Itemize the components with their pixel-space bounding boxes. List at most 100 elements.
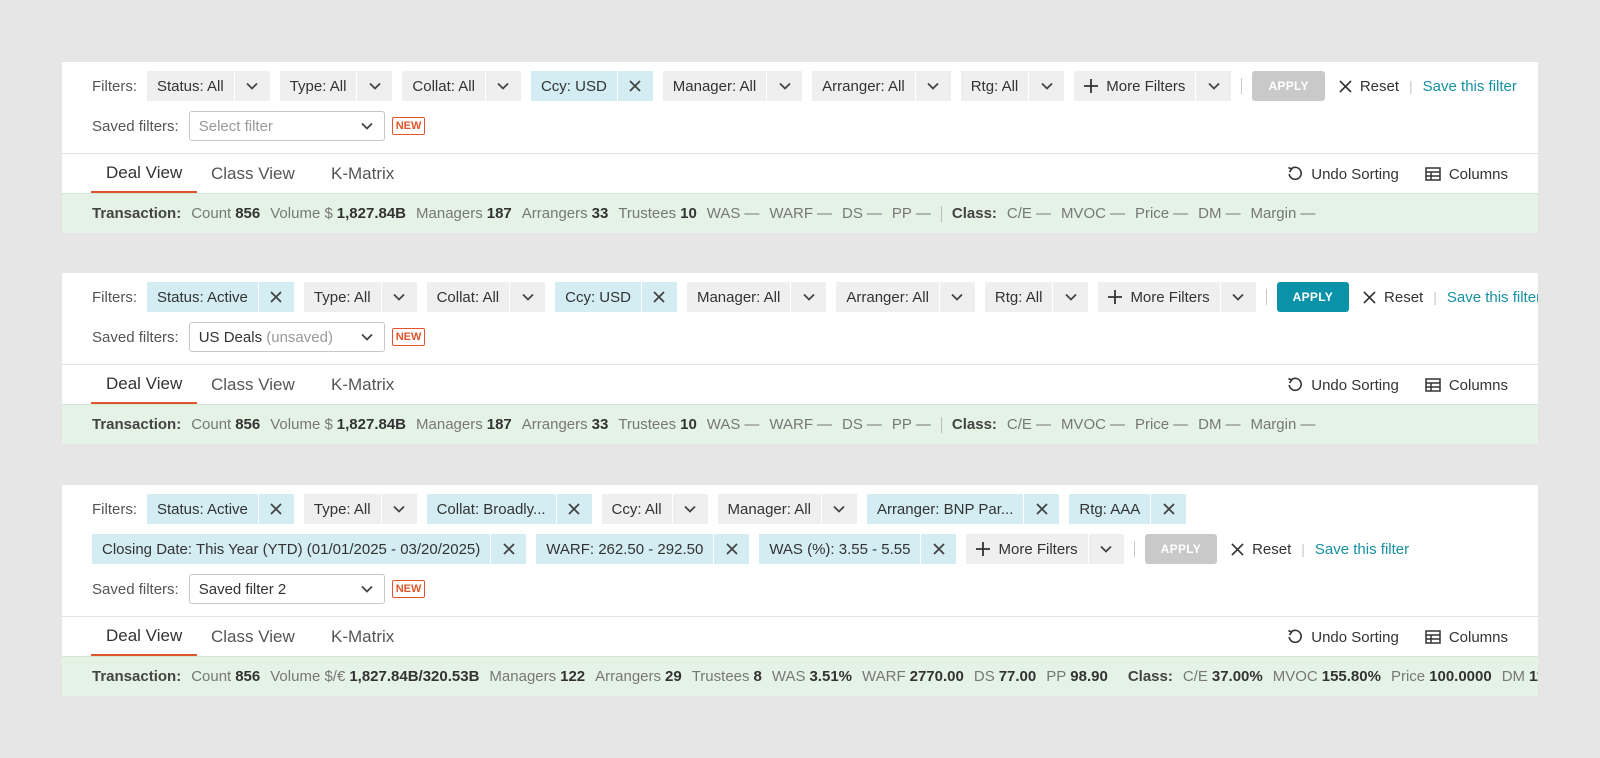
reset-button[interactable]: Reset	[1231, 541, 1291, 558]
close-icon[interactable]	[1023, 494, 1059, 524]
saved-filter-select[interactable]: Saved filter 2	[188, 574, 385, 604]
type-filter-chip[interactable]: Type: All	[279, 71, 393, 101]
saved-filter-select[interactable]: US Deals (unsaved)	[188, 322, 385, 352]
manager-filter-chip[interactable]: Manager: All	[686, 282, 827, 312]
chevron-down-icon[interactable]	[820, 494, 857, 524]
undo-sorting-button[interactable]: Undo Sorting	[1287, 166, 1399, 183]
manager-filter-chip[interactable]: Manager: All	[662, 71, 803, 101]
arranger-filter-chip[interactable]: Arranger: All	[836, 282, 975, 312]
rtg-filter-chip[interactable]: Rtg: All	[960, 71, 1065, 101]
reset-button[interactable]: Reset	[1339, 78, 1399, 95]
rtg-filter-chip[interactable]: Rtg: AAA	[1069, 494, 1187, 524]
columns-button[interactable]: Columns	[1425, 377, 1508, 394]
type-filter-chip[interactable]: Type: All	[303, 494, 417, 524]
status-filter-label[interactable]: Status: Active	[147, 282, 258, 312]
rtg-filter-label[interactable]: Rtg: All	[961, 71, 1029, 101]
chevron-down-icon[interactable]	[233, 71, 270, 101]
rtg-filter-chip[interactable]: Rtg: All	[984, 282, 1089, 312]
chevron-down-icon[interactable]	[671, 494, 708, 524]
collat-filter-label[interactable]: Collat: All	[402, 71, 485, 101]
ccy-filter-label[interactable]: Ccy: All	[602, 494, 672, 524]
collat-filter-label[interactable]: Collat: Broadly...	[427, 494, 556, 524]
reset-button[interactable]: Reset	[1363, 289, 1423, 306]
apply-button[interactable]: APPLY	[1276, 282, 1350, 312]
chevron-down-icon[interactable]	[509, 282, 545, 312]
rtg-filter-label[interactable]: Rtg: AAA	[1069, 494, 1150, 524]
tab-deal-view[interactable]: Deal View	[91, 617, 198, 657]
chevron-down-icon[interactable]	[356, 71, 392, 101]
close-icon[interactable]	[616, 71, 653, 101]
tab-class-view[interactable]: Class View	[211, 365, 295, 405]
undo-sorting-button[interactable]: Undo Sorting	[1287, 377, 1399, 394]
closing-date-filter-label[interactable]: Closing Date: This Year (YTD) (01/01/202…	[92, 534, 490, 564]
save-filter-link[interactable]: Save this filter	[1423, 78, 1517, 95]
columns-button[interactable]: Columns	[1425, 629, 1508, 646]
close-icon[interactable]	[490, 534, 526, 564]
manager-filter-label[interactable]: Manager: All	[663, 71, 766, 101]
arranger-filter-chip[interactable]: Arranger: All	[812, 71, 951, 101]
close-icon[interactable]	[713, 534, 749, 564]
manager-filter-label[interactable]: Manager: All	[718, 494, 821, 524]
tab-class-view[interactable]: Class View	[211, 154, 295, 194]
more-filters-chip[interactable]: More Filters	[1098, 282, 1256, 312]
undo-sorting-button[interactable]: Undo Sorting	[1287, 629, 1399, 646]
tab-k-matrix[interactable]: K-Matrix	[331, 154, 394, 194]
type-filter-label[interactable]: Type: All	[304, 282, 381, 312]
status-filter-chip[interactable]: Status: All	[147, 71, 270, 101]
chevron-down-icon[interactable]	[938, 282, 975, 312]
type-filter-label[interactable]: Type: All	[304, 494, 381, 524]
tab-deal-view[interactable]: Deal View	[91, 154, 198, 194]
warf-filter-label[interactable]: WARF: 262.50 - 292.50	[536, 534, 713, 564]
collat-filter-chip[interactable]: Collat: Broadly...	[426, 494, 592, 524]
close-icon[interactable]	[1150, 494, 1186, 524]
tab-deal-view[interactable]: Deal View	[91, 365, 198, 405]
chevron-down-icon[interactable]	[380, 494, 417, 524]
arranger-filter-label[interactable]: Arranger: All	[812, 71, 915, 101]
status-filter-label[interactable]: Status: All	[147, 71, 234, 101]
close-icon[interactable]	[640, 282, 677, 312]
save-filter-link[interactable]: Save this filter	[1315, 541, 1409, 558]
chevron-down-icon[interactable]	[1028, 71, 1064, 101]
rtg-filter-label[interactable]: Rtg: All	[985, 282, 1053, 312]
closing-date-filter-chip[interactable]: Closing Date: This Year (YTD) (01/01/202…	[92, 534, 527, 564]
was-filter-label[interactable]: WAS (%): 3.55 - 5.55	[759, 534, 920, 564]
more-filters-chip[interactable]: More Filters	[966, 534, 1124, 564]
chevron-down-icon[interactable]	[766, 71, 802, 101]
collat-filter-label[interactable]: Collat: All	[427, 282, 510, 312]
chevron-down-icon[interactable]	[1052, 282, 1088, 312]
ccy-filter-chip[interactable]: Ccy: All	[601, 494, 708, 524]
status-filter-chip[interactable]: Status: Active	[147, 282, 294, 312]
chevron-down-icon[interactable]	[484, 71, 521, 101]
was-filter-chip[interactable]: WAS (%): 3.55 - 5.55	[759, 534, 957, 564]
save-filter-link[interactable]: Save this filter	[1447, 289, 1538, 306]
warf-filter-chip[interactable]: WARF: 262.50 - 292.50	[536, 534, 750, 564]
tab-k-matrix[interactable]: K-Matrix	[331, 365, 394, 405]
status-filter-label[interactable]: Status: Active	[147, 494, 258, 524]
ccy-filter-chip[interactable]: Ccy: USD	[555, 282, 677, 312]
ccy-filter-label[interactable]: Ccy: USD	[531, 71, 617, 101]
more-filters-button[interactable]: More Filters	[1098, 282, 1219, 312]
chevron-down-icon[interactable]	[790, 282, 826, 312]
chevron-down-icon[interactable]	[380, 282, 417, 312]
type-filter-label[interactable]: Type: All	[280, 71, 357, 101]
collat-filter-chip[interactable]: Collat: All	[402, 71, 521, 101]
collat-filter-chip[interactable]: Collat: All	[426, 282, 546, 312]
tab-class-view[interactable]: Class View	[211, 617, 295, 657]
apply-button[interactable]: APPLY	[1144, 534, 1218, 564]
manager-filter-label[interactable]: Manager: All	[687, 282, 790, 312]
arranger-filter-label[interactable]: Arranger: All	[836, 282, 939, 312]
chevron-down-icon[interactable]	[914, 71, 951, 101]
apply-button[interactable]: APPLY	[1252, 71, 1325, 101]
type-filter-chip[interactable]: Type: All	[303, 282, 417, 312]
chevron-down-icon[interactable]	[1219, 282, 1256, 312]
more-filters-button[interactable]: More Filters	[1074, 71, 1195, 101]
tab-k-matrix[interactable]: K-Matrix	[331, 617, 394, 657]
more-filters-button[interactable]: More Filters	[966, 534, 1087, 564]
status-filter-chip[interactable]: Status: Active	[147, 494, 294, 524]
chevron-down-icon[interactable]	[1087, 534, 1124, 564]
close-icon[interactable]	[257, 282, 294, 312]
chevron-down-icon[interactable]	[1195, 71, 1231, 101]
close-icon[interactable]	[257, 494, 294, 524]
arranger-filter-chip[interactable]: Arranger: BNP Par...	[866, 494, 1060, 524]
ccy-filter-label[interactable]: Ccy: USD	[555, 282, 641, 312]
